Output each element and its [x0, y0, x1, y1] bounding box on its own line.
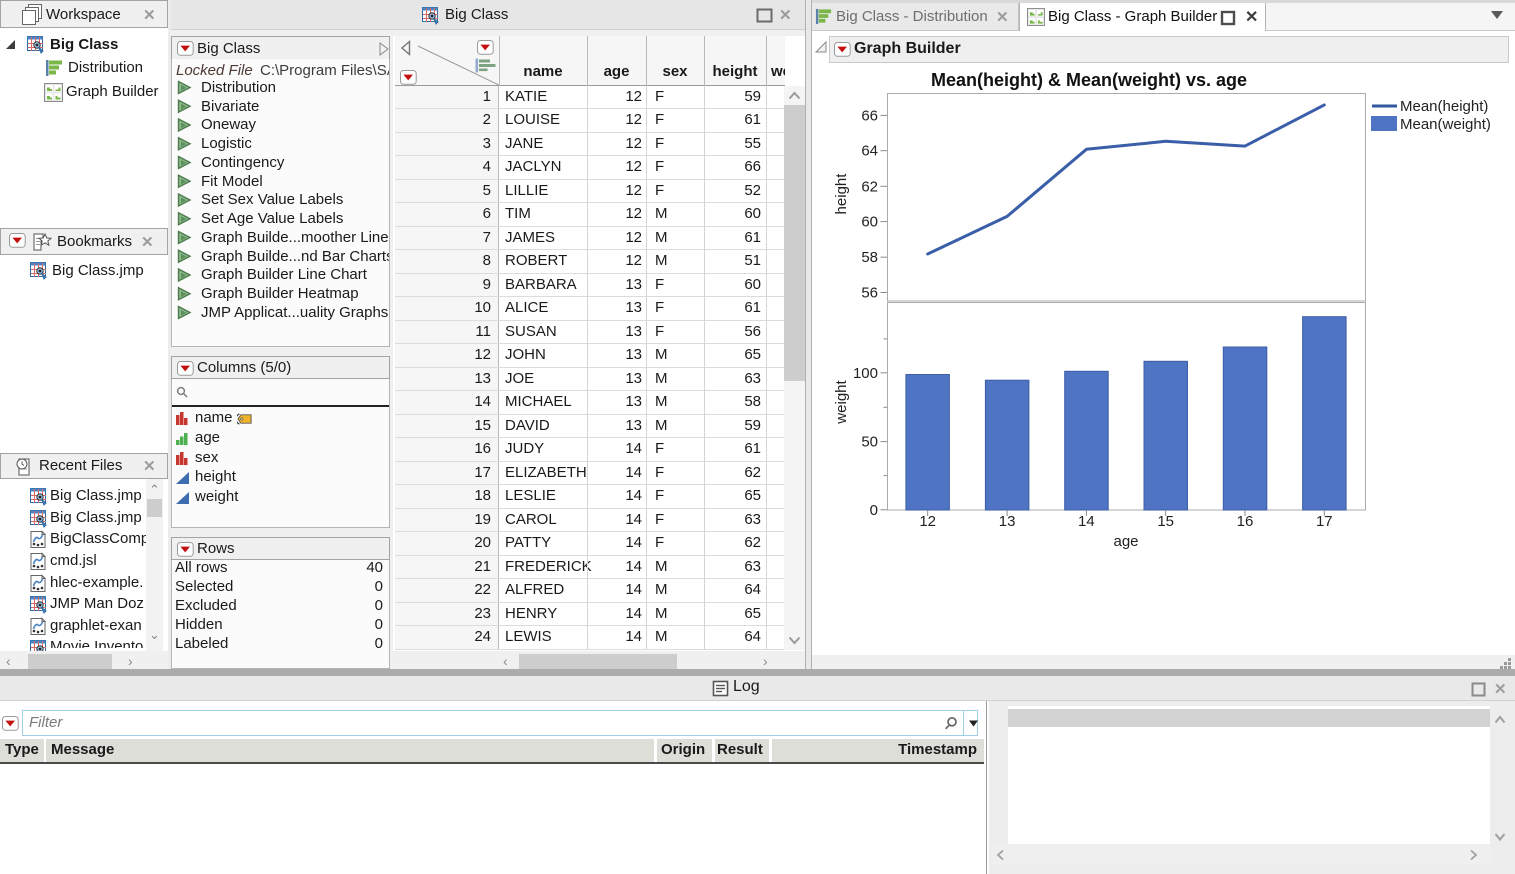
svg-text:height: height [833, 173, 850, 215]
svg-text:13: 13 [999, 513, 1016, 530]
svg-text:Mean(height): Mean(height) [1400, 98, 1488, 115]
svg-text:12: 12 [919, 513, 936, 530]
svg-text:58: 58 [861, 249, 878, 266]
svg-text:50: 50 [861, 434, 878, 451]
svg-text:Mean(weight): Mean(weight) [1400, 116, 1491, 133]
svg-text:16: 16 [1237, 513, 1254, 530]
svg-text:62: 62 [861, 178, 878, 195]
svg-text:17: 17 [1316, 513, 1333, 530]
svg-text:56: 56 [861, 285, 878, 302]
svg-text:60: 60 [861, 214, 878, 231]
svg-text:64: 64 [861, 143, 878, 160]
svg-text:66: 66 [861, 107, 878, 124]
svg-text:Mean(height) & Mean(weight) vs: Mean(height) & Mean(weight) vs. age [931, 70, 1247, 90]
svg-text:14: 14 [1078, 513, 1095, 530]
svg-text:15: 15 [1157, 513, 1174, 530]
svg-text:0: 0 [870, 502, 878, 519]
svg-text:weight: weight [833, 379, 850, 424]
svg-text:100: 100 [853, 365, 878, 382]
svg-text:age: age [1113, 533, 1138, 550]
